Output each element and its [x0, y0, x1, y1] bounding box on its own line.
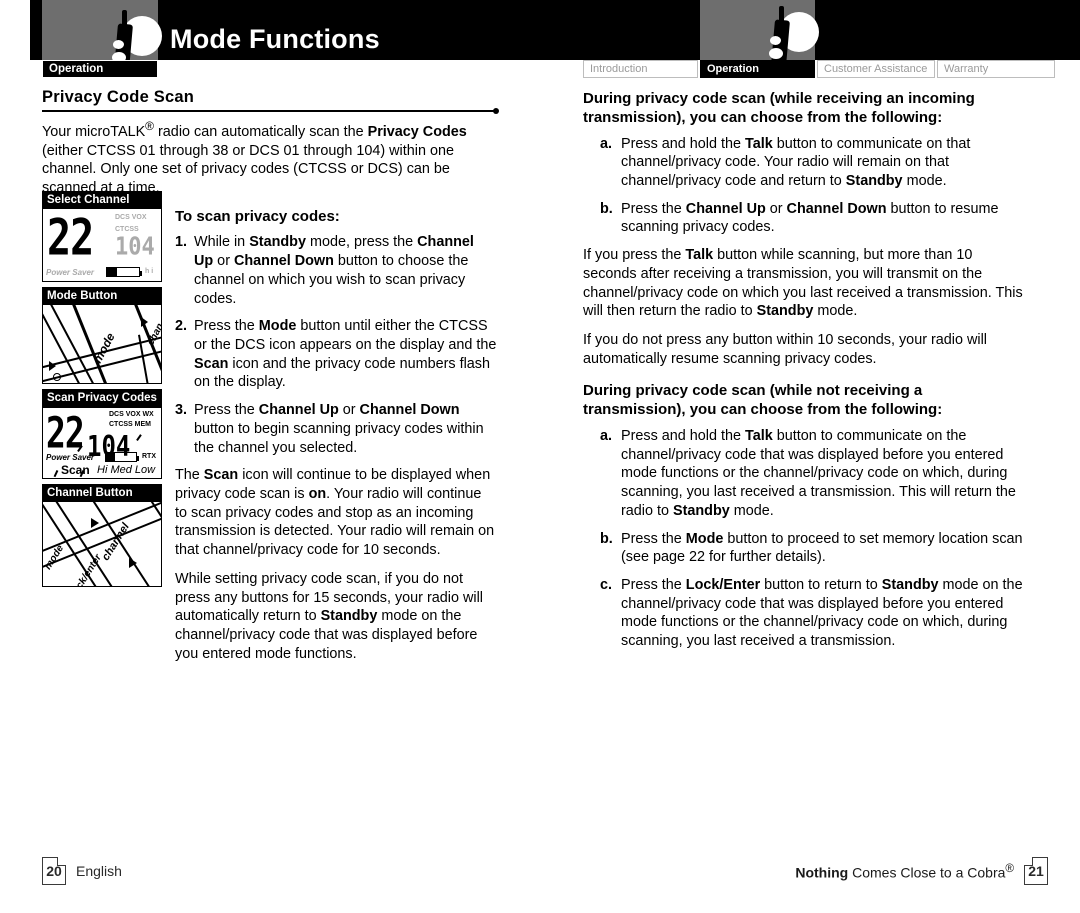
block1-list: a. Press and hold the Talk button to com… — [600, 135, 1028, 238]
section-tab-bar: Introduction Operation Customer Assistan… — [583, 60, 1057, 78]
figure-mode-button: Mode Button mode chan — [42, 287, 162, 385]
lcd-power-saver-label: Power Saver — [46, 452, 95, 462]
tab-label: Customer Assistance — [824, 63, 928, 75]
brand-slogan: Nothing Comes Close to a Cobra® — [795, 861, 1014, 881]
lcd-battery-icon — [105, 451, 139, 462]
footer-right: Nothing Comes Close to a Cobra® 21 — [795, 857, 1048, 885]
right-paragraph-2: If you do not press any button within 10… — [583, 331, 987, 367]
left-body-text: To scan privacy codes: 1. While in Stand… — [175, 208, 497, 664]
tab-label: Introduction — [590, 63, 648, 75]
item-marker: b. — [600, 530, 613, 547]
language-label: English — [76, 863, 122, 879]
channel-up-triangle-icon — [91, 517, 99, 528]
block2-heading: During privacy code scan (while not rece… — [583, 382, 943, 419]
page-number: 21 — [1028, 863, 1044, 879]
list-item: c. Press the Lock/Enter button to return… — [600, 576, 1028, 651]
figure-select-channel: Select Channel 22 DCS VOX CTCSS 104 Powe… — [42, 191, 162, 283]
list-item: b. Press the Mode button to proceed to s… — [600, 530, 1028, 567]
figure-caption: Channel Button — [43, 484, 161, 502]
page-number-badge-right: 21 — [1024, 857, 1048, 885]
tab-warranty[interactable]: Warranty — [937, 60, 1055, 78]
lcd-privacy-code: 104 — [115, 232, 155, 262]
power-symbol-icon — [53, 373, 61, 382]
block2-list: a. Press and hold the Talk button to com… — [600, 427, 1028, 651]
page-title: Mode Functions — [170, 24, 380, 54]
figure-scan-privacy-codes: Scan Privacy Codes 22 DCS VOX WX CTCSS M… — [42, 389, 162, 479]
item-marker: c. — [600, 576, 613, 593]
lcd-channel-number: 22 — [46, 407, 85, 458]
keypad-photo-mode: mode chan — [43, 305, 161, 384]
step-marker: 3. — [175, 402, 188, 419]
lcd-power-saver-label: Power Saver — [46, 268, 95, 278]
figure-channel-button: Channel Button channel mode lock/enter — [42, 483, 162, 587]
keypad-photo-channel: channel mode lock/enter — [43, 501, 161, 586]
lcd-rtx-indicator: RTX — [142, 452, 156, 460]
step-text: Press the Channel Up or Channel Down but… — [194, 402, 484, 456]
section-tab-operation-left[interactable]: Operation — [42, 60, 158, 78]
page-number-badge-left: 20 — [42, 857, 66, 885]
lcd-ctcss-mem: CTCSS MEM — [109, 420, 151, 428]
figure-caption: Mode Button — [43, 288, 161, 306]
channel-up-triangle-icon — [141, 317, 148, 328]
lcd-display-select-channel: 22 DCS VOX CTCSS 104 Power Saver h i — [43, 209, 161, 282]
footer-left: 20 English — [42, 857, 122, 885]
step-item: 3. Press the Channel Up or Channel Down … — [175, 401, 497, 457]
lcd-channel-number: 22 — [47, 209, 94, 267]
right-page-column: During privacy code scan (while receivin… — [583, 90, 1028, 660]
section-tab-label: Operation — [49, 63, 104, 75]
item-text: Press and hold the Talk button to commun… — [621, 135, 971, 189]
left-page-column: Privacy Code Scan Your microTALK® radio … — [42, 88, 499, 674]
manual-page-spread: Mode Functions Operation Introduction Op… — [0, 0, 1080, 913]
note-paragraph-2: While setting privacy code scan, if you … — [175, 570, 483, 662]
figure-caption: Scan Privacy Codes — [43, 390, 161, 408]
rule-end-dot — [493, 108, 499, 114]
lcd-battery-icon — [106, 267, 142, 278]
tab-label: Operation — [707, 63, 759, 75]
lcd-display-scan: 22 DCS VOX WX CTCSS MEM 104 Power Saver … — [43, 407, 161, 478]
item-marker: b. — [600, 200, 613, 217]
right-paragraph-1: If you press the Talk button while scann… — [583, 247, 1023, 320]
tab-operation[interactable]: Operation — [700, 60, 815, 78]
list-item: a. Press and hold the Talk button to com… — [600, 135, 1028, 191]
step-marker: 1. — [175, 234, 188, 251]
item-marker: a. — [600, 135, 613, 152]
lcd-level-label: h i — [145, 268, 154, 276]
flash-dash-icon — [53, 469, 58, 477]
arrow-triangle-icon — [49, 361, 56, 372]
channel-down-triangle-icon — [129, 557, 137, 568]
subheading-to-scan: To scan privacy codes: — [175, 207, 340, 225]
lcd-dcs-vox-wx: DCS VOX WX — [109, 410, 154, 418]
lcd-level-labels: Hi Med Low — [97, 463, 156, 476]
figure-caption: Select Channel — [43, 192, 161, 210]
item-marker: a. — [600, 427, 613, 444]
page-number: 20 — [46, 863, 62, 879]
figure-column: Select Channel 22 DCS VOX CTCSS 104 Powe… — [42, 191, 164, 592]
list-item: a. Press and hold the Talk button to com… — [600, 427, 1028, 521]
step-text: While in Standby mode, press the Channel… — [194, 234, 474, 307]
step-item: 1. While in Standby mode, press the Chan… — [175, 233, 497, 308]
intro-paragraph: Your microTALK® radio can automatically … — [42, 119, 467, 196]
item-text: Press and hold the Talk button to commun… — [621, 427, 1016, 519]
lcd-scan-label: Scan — [61, 462, 90, 477]
tab-customer-assistance[interactable]: Customer Assistance — [817, 60, 935, 78]
lcd-dcs-indicator: DCS VOX — [115, 214, 147, 222]
step-item: 2. Press the Mode button until either th… — [175, 317, 497, 392]
item-text: Press the Lock/Enter button to return to… — [621, 576, 1023, 650]
note-paragraph-1: The Scan icon will continue to be displa… — [175, 467, 495, 559]
item-text: Press the Mode button to proceed to set … — [621, 530, 1023, 566]
tab-label: Warranty — [944, 63, 989, 75]
block1-heading: During privacy code scan (while receivin… — [583, 90, 975, 126]
list-item: b. Press the Channel Up or Channel Down … — [600, 200, 1028, 237]
section-rule — [42, 108, 499, 114]
item-text: Press the Channel Up or Channel Down but… — [621, 200, 999, 236]
tab-introduction[interactable]: Introduction — [583, 60, 698, 78]
flash-dash-icon — [136, 433, 142, 441]
step-marker: 2. — [175, 318, 188, 335]
section-heading: Privacy Code Scan — [42, 88, 194, 106]
step-text: Press the Mode button until either the C… — [194, 318, 497, 391]
